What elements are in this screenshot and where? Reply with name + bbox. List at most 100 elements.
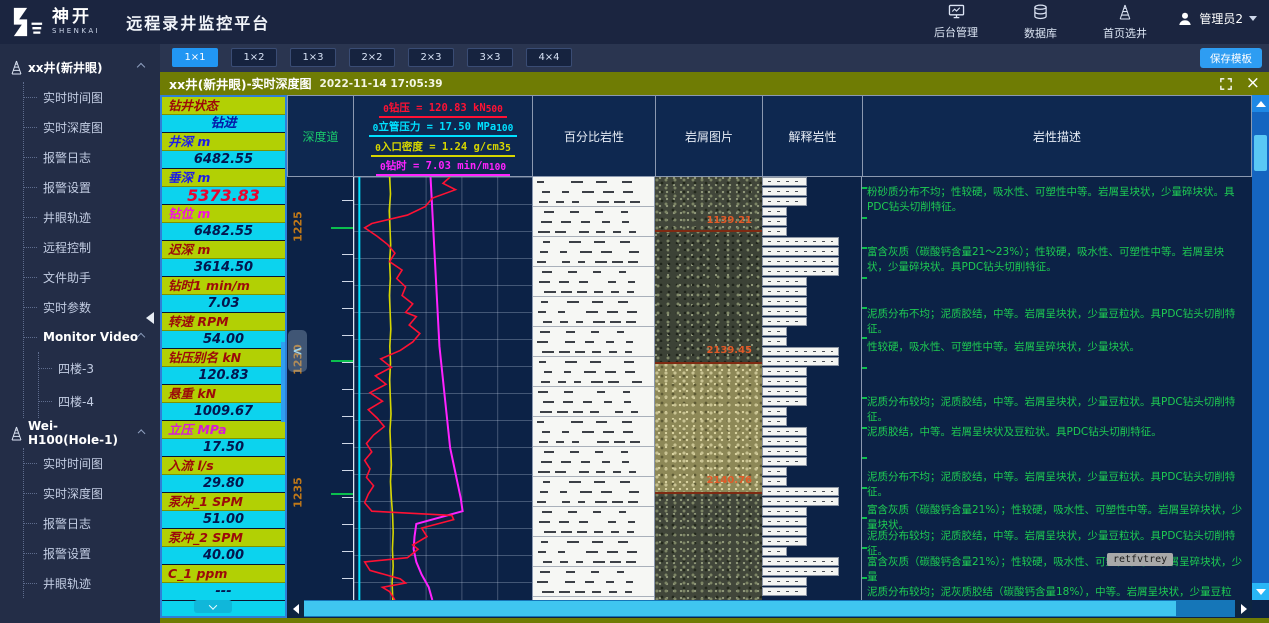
sidebar-item-报警设置[interactable]: 报警设置 xyxy=(24,172,160,202)
vertical-scrollbar[interactable] xyxy=(1252,95,1269,600)
curve-钻时 xyxy=(414,177,463,600)
maximize-icon[interactable] xyxy=(1220,78,1232,90)
param-value-11: 29.80 xyxy=(162,475,285,493)
pattern-dash xyxy=(572,441,579,443)
sidebar-item-文件助手[interactable]: 文件助手 xyxy=(24,262,160,292)
scroll-right-button[interactable] xyxy=(1235,600,1252,617)
pattern-dash xyxy=(627,311,637,313)
depth-major-tick xyxy=(331,493,353,495)
sidebar-item-四楼-4[interactable]: 四楼-4 xyxy=(39,385,160,418)
pattern-dash xyxy=(544,211,554,213)
sidebar-item-实时深度图[interactable]: 实时深度图 xyxy=(24,478,160,508)
interp-lithology-block xyxy=(762,567,839,576)
user-menu[interactable]: 管理员2 xyxy=(1177,10,1257,27)
grid-button-1x3[interactable]: 1×3 xyxy=(290,48,336,67)
pattern-dash xyxy=(618,541,628,543)
pattern-dash xyxy=(577,291,587,293)
pattern-dash xyxy=(543,481,550,483)
sidebar-collapse-pointer-icon[interactable] xyxy=(146,312,154,324)
scroll-down-button[interactable] xyxy=(1252,583,1269,600)
column-header-percent-lithology: 百分比岩性 xyxy=(532,95,656,177)
pattern-dash xyxy=(562,261,570,263)
lithology-pattern-row xyxy=(533,467,654,477)
curve-入口密度 xyxy=(389,177,393,600)
pattern-dash xyxy=(544,531,556,533)
well-node-1[interactable]: xx井(新井眼) xyxy=(10,52,160,82)
database-icon xyxy=(1033,4,1048,23)
sidebar-item-monitor-video[interactable]: Monitor Video xyxy=(24,322,160,352)
nav-item-2[interactable]: 数据库 xyxy=(1024,4,1057,41)
lithology-description-7: 泥质分布不均；泥质胶结，中等。岩屑呈块状，少量豆粒状。具PDC钻头切削特征。 xyxy=(867,470,1244,500)
nav-item-3[interactable]: 首页选井 xyxy=(1103,4,1147,41)
panel-collapse-tab[interactable]: < xyxy=(288,330,307,372)
lithology-pattern-row xyxy=(533,397,654,407)
sidebar-item-井眼轨迹[interactable]: 井眼轨迹 xyxy=(24,568,160,598)
window-subtitle: -实时深度图 xyxy=(247,75,312,92)
sidebar-item-label: 报警设置 xyxy=(43,179,91,196)
pattern-dash xyxy=(614,201,625,203)
grid-button-1x2[interactable]: 1×2 xyxy=(231,48,277,67)
save-template-button[interactable]: 保存模板 xyxy=(1200,48,1262,68)
grid-button-1x1[interactable]: 1×1 xyxy=(172,48,218,67)
scroll-up-button[interactable] xyxy=(1252,95,1269,112)
pattern-dash xyxy=(594,291,603,293)
collapse-chevron-icon xyxy=(137,63,145,71)
lithology-pattern-row xyxy=(533,217,654,227)
sidebar-item-实时深度图[interactable]: 实时深度图 xyxy=(24,112,160,142)
param-scrollbar[interactable] xyxy=(281,342,285,422)
pattern-dash xyxy=(630,201,640,203)
grid-button-3x3[interactable]: 3×3 xyxy=(467,48,513,67)
pattern-dash xyxy=(603,431,614,433)
sidebar-item-远程控制[interactable]: 远程控制 xyxy=(24,232,160,262)
close-icon[interactable]: × xyxy=(1246,75,1260,92)
param-label-14: C_1 ppm xyxy=(162,565,285,583)
chevron-down-icon xyxy=(209,601,217,609)
interpreted-lithology-column xyxy=(762,177,862,600)
pattern-dash xyxy=(559,281,569,283)
pattern-dash xyxy=(586,551,598,553)
sidebar-item-实时参数[interactable]: 实时参数 xyxy=(24,292,160,322)
horizontal-scrollbar[interactable] xyxy=(287,600,1252,617)
param-value-1: 钻进 xyxy=(162,115,285,133)
grid-button-2x3[interactable]: 2×3 xyxy=(408,48,454,67)
interp-lithology-block xyxy=(762,237,839,246)
pattern-dash xyxy=(540,571,550,573)
interp-lithology-block xyxy=(762,357,839,366)
param-label-8: 钻压别名 kN xyxy=(162,349,285,367)
pattern-dash xyxy=(606,581,614,583)
pattern-dash xyxy=(544,371,552,373)
sidebar-item-实时时间图[interactable]: 实时时间图 xyxy=(24,82,160,112)
pattern-dash xyxy=(628,281,635,283)
grid-button-4x4[interactable]: 4×4 xyxy=(526,48,572,67)
pattern-dash xyxy=(628,501,638,503)
interp-row xyxy=(762,347,861,357)
lithology-pattern-row xyxy=(533,317,654,327)
sidebar-item-报警日志[interactable]: 报警日志 xyxy=(24,142,160,172)
sidebar-item-报警日志[interactable]: 报警日志 xyxy=(24,508,160,538)
nav-item-label: 后台管理 xyxy=(934,24,978,40)
horizontal-scroll-thumb[interactable] xyxy=(304,601,1176,616)
interp-lithology-block xyxy=(762,257,839,266)
pattern-dash xyxy=(582,431,594,433)
sidebar-item-实时时间图[interactable]: 实时时间图 xyxy=(24,448,160,478)
param-dropdown-button[interactable] xyxy=(194,600,232,613)
sidebar-item-井眼轨迹[interactable]: 井眼轨迹 xyxy=(24,202,160,232)
scroll-left-button[interactable] xyxy=(287,600,304,617)
nav-item-1[interactable]: 后台管理 xyxy=(934,4,978,41)
well-node-2[interactable]: Wei-H100(Hole-1) xyxy=(10,418,160,448)
pattern-dash xyxy=(586,311,598,313)
vertical-scroll-thumb[interactable] xyxy=(1254,135,1267,171)
lithology-pattern-row xyxy=(533,307,654,317)
pattern-dash xyxy=(543,401,554,403)
lithology-pattern-row xyxy=(533,527,654,537)
pattern-dash xyxy=(608,521,616,523)
grid-button-2x2[interactable]: 2×2 xyxy=(349,48,395,67)
lithology-pattern-row xyxy=(533,547,654,557)
sidebar-item-报警设置[interactable]: 报警设置 xyxy=(24,538,160,568)
sidebar-item-四楼-3[interactable]: 四楼-3 xyxy=(39,352,160,385)
admin-console-icon xyxy=(948,4,965,22)
cuttings-photo-section xyxy=(655,362,762,492)
param-value-14: --- xyxy=(162,583,285,601)
pattern-dash xyxy=(543,241,550,243)
pattern-dash xyxy=(539,201,548,203)
